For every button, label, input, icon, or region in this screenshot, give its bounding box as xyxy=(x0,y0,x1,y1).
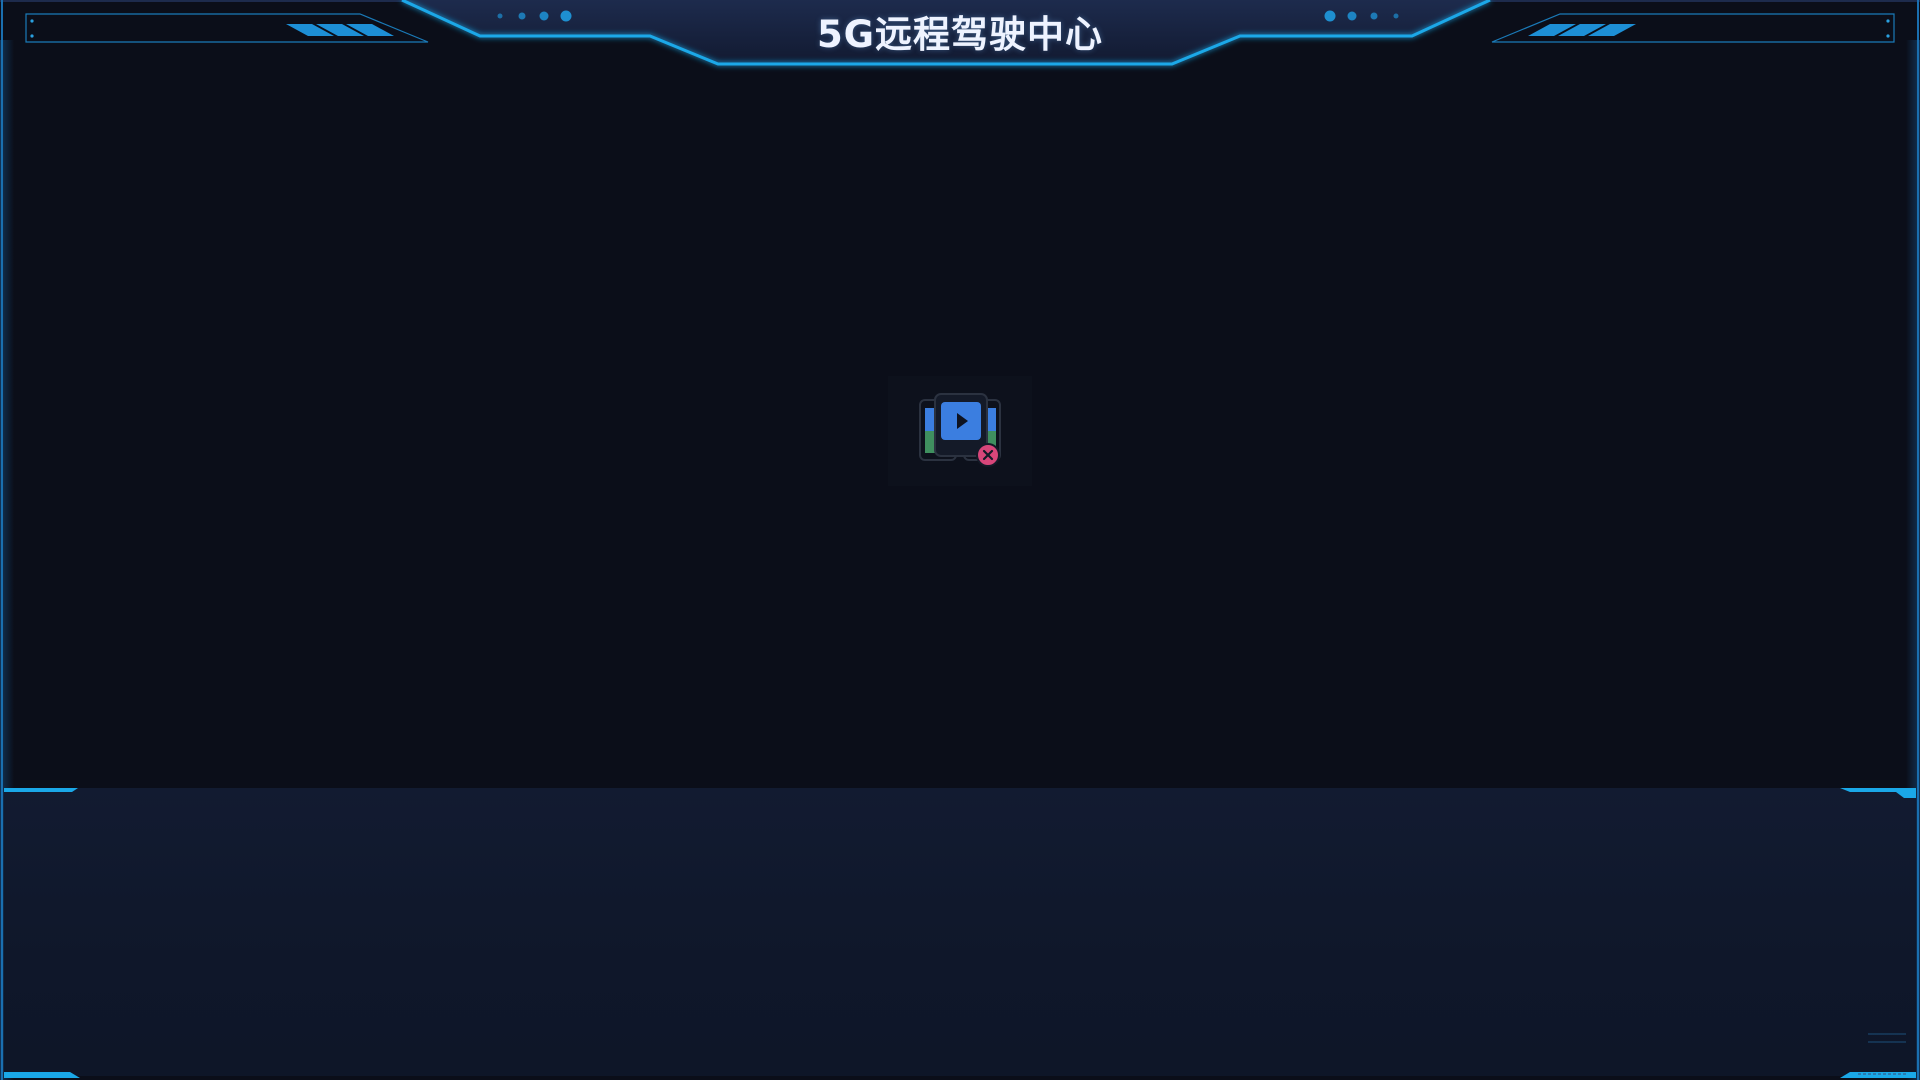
right-header-bracket xyxy=(1491,13,1895,43)
left-header-bracket xyxy=(25,13,429,43)
screen-frame xyxy=(0,0,1920,1080)
video-stream-area[interactable] xyxy=(888,376,1032,486)
page-title: 5G远程驾驶中心 xyxy=(816,13,1104,56)
video-unavailable-icon xyxy=(919,393,1001,467)
panel-divider xyxy=(4,787,1916,798)
bottom-frame-edge xyxy=(4,990,1916,1080)
